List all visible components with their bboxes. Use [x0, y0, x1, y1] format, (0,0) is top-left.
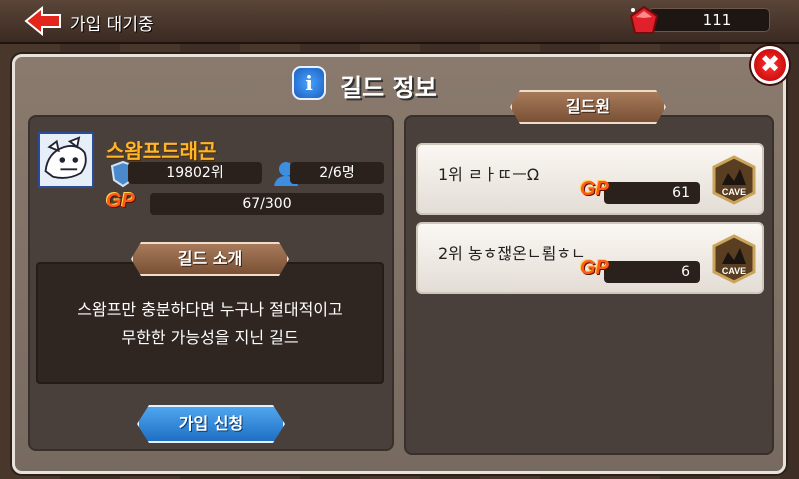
description-line-1: 스왐프만 충분하다면 누구나 절대적이고 — [77, 300, 343, 319]
svg-text:CAVE: CAVE — [722, 187, 746, 197]
member-name: 2위 농ㅎ잲온ㄴ룀ㅎㄴ — [438, 244, 586, 263]
description-line-2: 무한한 가능성을 지닌 길드 — [121, 328, 299, 347]
back-arrow-icon[interactable] — [24, 6, 62, 36]
member-row[interactable]: 2위 농ㅎ잲온ㄴ룀ㅎㄴ 6 GP CAVE — [416, 222, 764, 294]
info-icon: i — [292, 66, 326, 100]
member-name: 1위 ㄹㅏㄸㅡΩ — [438, 165, 540, 184]
close-button[interactable]: ✖ — [751, 46, 789, 84]
guild-gp-value: 67/300 — [150, 193, 384, 215]
ruby-gem-icon — [629, 5, 659, 34]
join-request-button[interactable]: 가입 신청 — [137, 405, 285, 443]
cave-badge-icon: CAVE — [712, 155, 756, 205]
page-title: 가입 대기중 — [70, 15, 154, 35]
gp-label: GP — [106, 190, 135, 212]
dialog-title: 길드 정보 — [340, 74, 437, 102]
guild-rank: 19802위 — [128, 162, 262, 184]
member-gp-value: 61 — [604, 182, 700, 204]
gem-counter: 111 — [648, 8, 770, 32]
member-gp-label: GP — [580, 257, 609, 279]
members-tab: 길드원 — [510, 90, 666, 124]
svg-text:CAVE: CAVE — [722, 266, 746, 276]
member-row[interactable]: 1위 ㄹㅏㄸㅡΩ 61 GP CAVE — [416, 143, 764, 215]
top-bar: 가입 대기중 111 — [0, 0, 799, 44]
member-gp-value: 6 — [604, 261, 700, 283]
guild-emblem-icon — [38, 132, 94, 188]
member-gp-label: GP — [580, 178, 609, 200]
guild-intro-tab: 길드 소개 — [131, 242, 289, 276]
guild-description: 스왐프만 충분하다면 누구나 절대적이고 무한한 가능성을 지닌 길드 — [36, 296, 384, 352]
cave-badge-icon: CAVE — [712, 234, 756, 284]
guild-member-count: 2/6명 — [290, 162, 384, 184]
